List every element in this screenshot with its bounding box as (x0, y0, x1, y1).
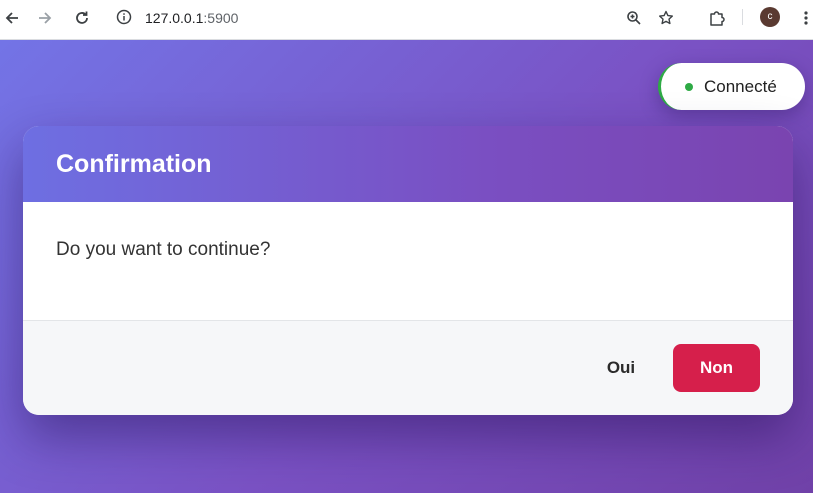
info-icon[interactable] (116, 9, 132, 25)
reload-icon (76, 11, 88, 24)
arrow-right-icon (39, 12, 52, 24)
profile-avatar[interactable]: c (760, 7, 780, 27)
back-button[interactable] (0, 6, 24, 30)
dialog-body: Do you want to continue? (23, 202, 793, 321)
browser-toolbar: 127.0.0.1:5900 c (0, 0, 813, 40)
extensions-button[interactable] (705, 6, 729, 30)
status-dot-icon (685, 83, 693, 91)
address-bar[interactable]: 127.0.0.1:5900 (108, 3, 690, 32)
kebab-menu-icon (804, 11, 808, 25)
url-host: 127.0.0.1 (145, 10, 204, 26)
browser-menu-button[interactable] (794, 6, 813, 30)
url-text[interactable]: 127.0.0.1:5900 (145, 10, 238, 26)
toolbar-divider (742, 9, 743, 25)
no-button[interactable]: Non (673, 344, 760, 392)
dialog-title: Confirmation (56, 150, 212, 178)
yes-button[interactable]: Oui (587, 344, 655, 392)
dialog-message: Do you want to continue? (56, 239, 271, 260)
zoom-button[interactable] (622, 6, 646, 30)
forward-button[interactable] (33, 6, 57, 30)
connection-status-badge: Connecté (658, 63, 805, 110)
connection-status-label: Connecté (704, 77, 777, 96)
puzzle-icon (710, 11, 725, 26)
dialog-header: Confirmation (23, 126, 793, 202)
dialog-footer: Oui Non (23, 321, 793, 415)
zoom-in-icon (627, 11, 641, 25)
page-background: Connecté Confirmation Do you want to con… (0, 40, 813, 493)
arrow-left-icon (5, 12, 18, 24)
url-port: :5900 (203, 10, 239, 26)
star-icon (659, 10, 673, 25)
confirmation-dialog: Confirmation Do you want to continue? Ou… (23, 126, 793, 415)
bookmark-button[interactable] (654, 6, 678, 30)
reload-button[interactable] (70, 6, 94, 30)
